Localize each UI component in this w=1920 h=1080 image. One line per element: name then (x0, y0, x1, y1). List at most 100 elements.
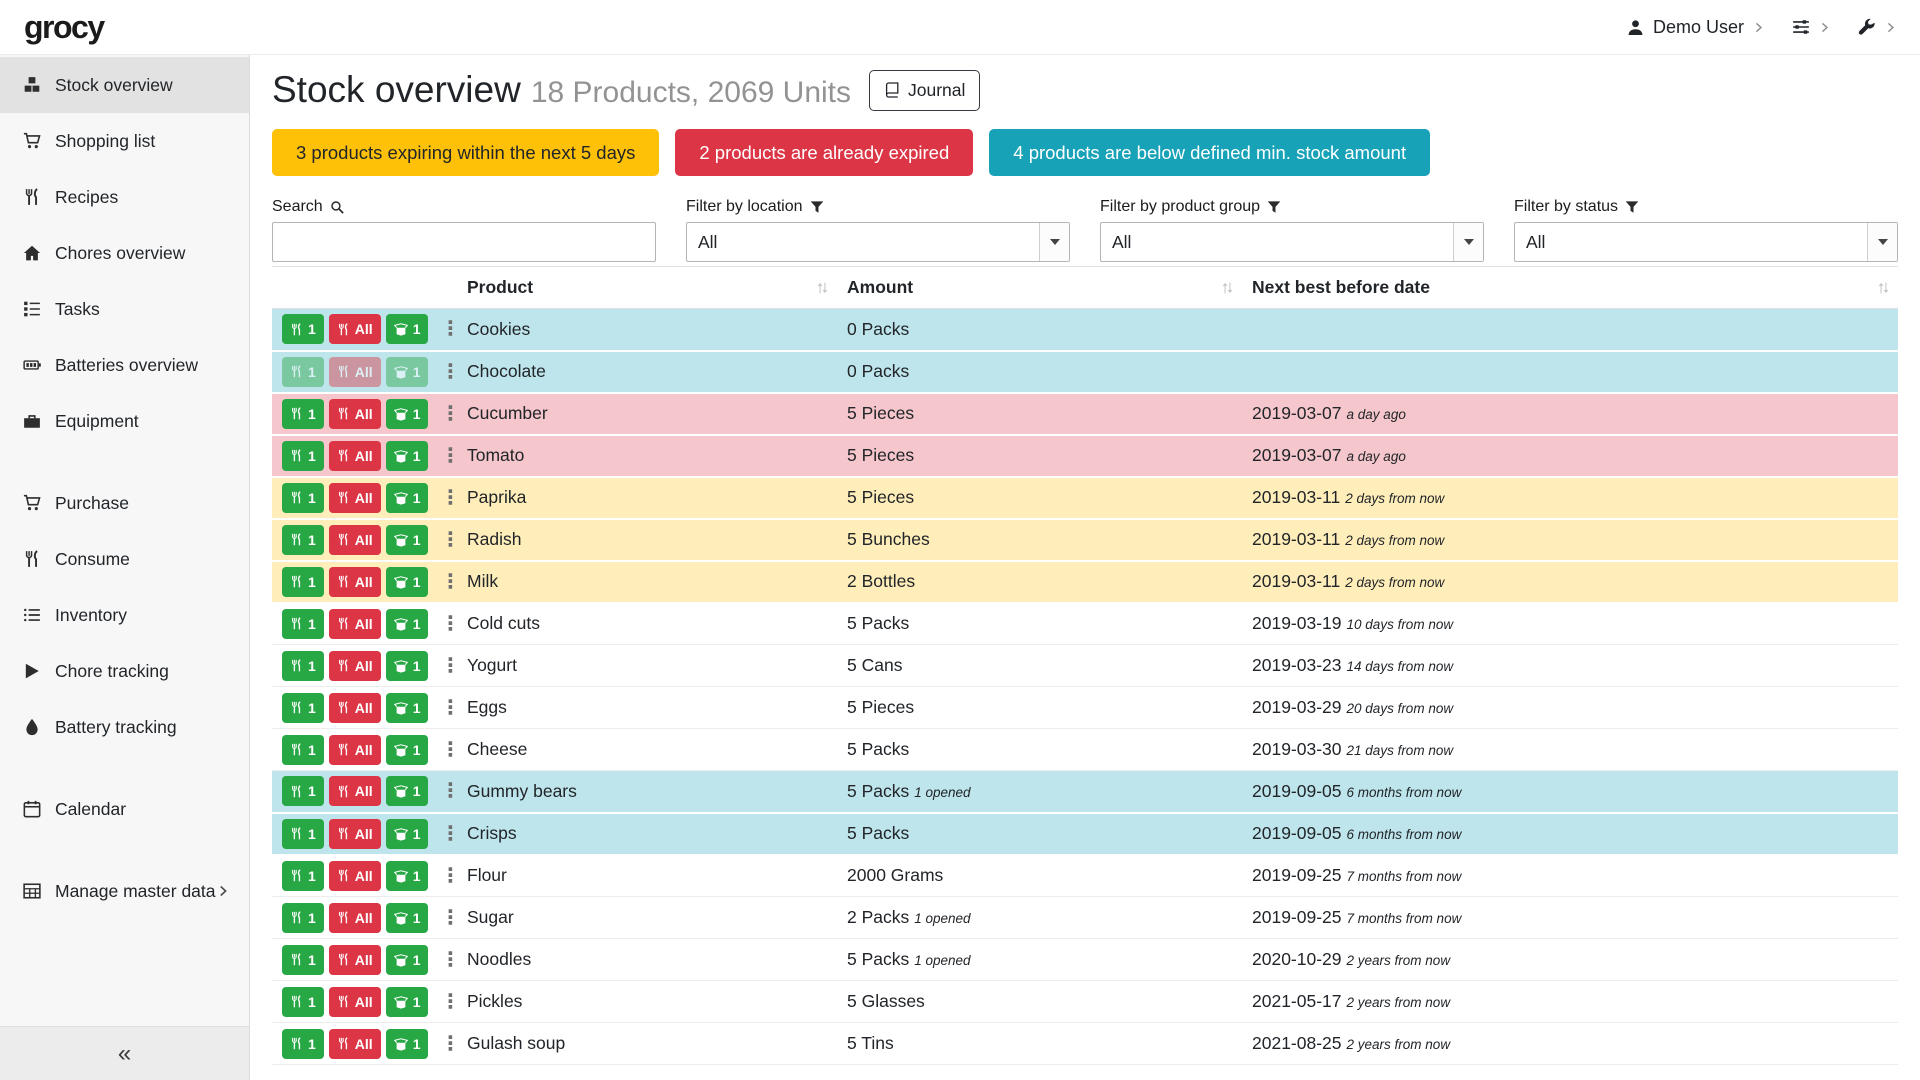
row-menu-icon[interactable]: ⋮ (433, 866, 457, 886)
product-column-header[interactable]: Product (457, 267, 837, 309)
sidebar-item-consume[interactable]: Consume (0, 531, 249, 587)
sidebar-item-recipes[interactable]: Recipes (0, 169, 249, 225)
consume-all-button[interactable]: All (329, 693, 381, 723)
consume-one-button[interactable]: 1 (282, 357, 324, 387)
consume-one-button[interactable]: 1 (282, 525, 324, 555)
consume-one-button[interactable]: 1 (282, 776, 324, 806)
sidebar-item-batteries-overview[interactable]: Batteries overview (0, 337, 249, 393)
sidebar-item-chores-overview[interactable]: Chores overview (0, 225, 249, 281)
open-one-button[interactable]: 1 (386, 903, 429, 933)
sidebar-item-calendar[interactable]: Calendar (0, 781, 249, 837)
consume-all-button[interactable]: All (329, 399, 381, 429)
row-menu-icon[interactable]: ⋮ (433, 362, 457, 382)
consume-all-button[interactable]: All (329, 987, 381, 1017)
location-filter-select[interactable]: All (686, 222, 1070, 262)
consume-all-button[interactable]: All (329, 735, 381, 765)
row-menu-icon[interactable]: ⋮ (433, 740, 457, 760)
consume-all-button[interactable]: All (329, 609, 381, 639)
open-one-button[interactable]: 1 (386, 819, 429, 849)
row-menu-icon[interactable]: ⋮ (433, 530, 457, 550)
row-menu-icon[interactable]: ⋮ (433, 656, 457, 676)
row-menu-icon[interactable]: ⋮ (433, 698, 457, 718)
user-menu[interactable]: Demo User (1627, 17, 1764, 38)
consume-all-button[interactable]: All (329, 945, 381, 975)
open-one-button[interactable]: 1 (386, 987, 429, 1017)
consume-one-button[interactable]: 1 (282, 693, 324, 723)
open-one-button[interactable]: 1 (386, 357, 429, 387)
open-one-button[interactable]: 1 (386, 945, 429, 975)
row-menu-icon[interactable]: ⋮ (433, 614, 457, 634)
sidebar-item-tasks[interactable]: Tasks (0, 281, 249, 337)
row-menu-icon[interactable]: ⋮ (433, 488, 457, 508)
best-before-column-header[interactable]: Next best before date (1242, 267, 1898, 309)
row-menu-icon[interactable]: ⋮ (433, 781, 457, 801)
sidebar-item-purchase[interactable]: Purchase (0, 475, 249, 531)
consume-all-button[interactable]: All (329, 776, 381, 806)
consume-all-button[interactable]: All (329, 903, 381, 933)
open-one-button[interactable]: 1 (386, 609, 429, 639)
open-one-button[interactable]: 1 (386, 525, 429, 555)
row-menu-icon[interactable]: ⋮ (433, 950, 457, 970)
sidebar-item-inventory[interactable]: Inventory (0, 587, 249, 643)
sort-icon[interactable] (1877, 281, 1890, 294)
open-one-button[interactable]: 1 (386, 483, 429, 513)
consume-all-button[interactable]: All (329, 483, 381, 513)
sidebar-collapse-button[interactable]: « (0, 1026, 249, 1080)
product-group-filter-select[interactable]: All (1100, 222, 1484, 262)
consume-all-button[interactable]: All (329, 357, 381, 387)
open-one-button[interactable]: 1 (386, 1029, 429, 1059)
consume-all-button[interactable]: All (329, 314, 381, 344)
row-menu-icon[interactable]: ⋮ (433, 992, 457, 1012)
open-one-button[interactable]: 1 (386, 314, 429, 344)
consume-all-button[interactable]: All (329, 567, 381, 597)
consume-all-button[interactable]: All (329, 819, 381, 849)
consume-one-button[interactable]: 1 (282, 735, 324, 765)
journal-button[interactable]: Journal (869, 70, 980, 111)
sort-icon[interactable] (1221, 281, 1234, 294)
sort-icon[interactable] (816, 281, 829, 294)
consume-one-button[interactable]: 1 (282, 945, 324, 975)
consume-one-button[interactable]: 1 (282, 651, 324, 681)
row-menu-icon[interactable]: ⋮ (433, 319, 457, 339)
open-one-button[interactable]: 1 (386, 693, 429, 723)
consume-one-button[interactable]: 1 (282, 861, 324, 891)
status-filter-select[interactable]: All (1514, 222, 1898, 262)
alert-button-danger[interactable]: 2 products are already expired (675, 129, 973, 176)
open-one-button[interactable]: 1 (386, 735, 429, 765)
consume-one-button[interactable]: 1 (282, 483, 324, 513)
amount-column-header[interactable]: Amount (837, 267, 1242, 309)
consume-all-button[interactable]: All (329, 861, 381, 891)
consume-one-button[interactable]: 1 (282, 903, 324, 933)
consume-one-button[interactable]: 1 (282, 609, 324, 639)
consume-one-button[interactable]: 1 (282, 314, 324, 344)
sidebar-item-equipment[interactable]: Equipment (0, 393, 249, 449)
consume-one-button[interactable]: 1 (282, 819, 324, 849)
consume-one-button[interactable]: 1 (282, 987, 324, 1017)
consume-one-button[interactable]: 1 (282, 441, 324, 471)
search-input[interactable] (272, 222, 656, 262)
sidebar-item-shopping-list[interactable]: Shopping list (0, 113, 249, 169)
open-one-button[interactable]: 1 (386, 567, 429, 597)
open-one-button[interactable]: 1 (386, 441, 429, 471)
consume-all-button[interactable]: All (329, 525, 381, 555)
settings-menu[interactable] (1792, 18, 1830, 36)
open-one-button[interactable]: 1 (386, 861, 429, 891)
consume-all-button[interactable]: All (329, 441, 381, 471)
sidebar-item-chore-tracking[interactable]: Chore tracking (0, 643, 249, 699)
consume-all-button[interactable]: All (329, 651, 381, 681)
app-logo[interactable]: grocy (24, 9, 104, 46)
alert-button-info[interactable]: 4 products are below defined min. stock … (989, 129, 1430, 176)
row-menu-icon[interactable]: ⋮ (433, 1034, 457, 1054)
sidebar-item-battery-tracking[interactable]: Battery tracking (0, 699, 249, 755)
consume-one-button[interactable]: 1 (282, 1029, 324, 1059)
sidebar-item-stock-overview[interactable]: Stock overview (0, 57, 249, 113)
open-one-button[interactable]: 1 (386, 776, 429, 806)
admin-menu[interactable] (1858, 18, 1896, 36)
consume-all-button[interactable]: All (329, 1029, 381, 1059)
consume-one-button[interactable]: 1 (282, 567, 324, 597)
row-menu-icon[interactable]: ⋮ (433, 824, 457, 844)
row-menu-icon[interactable]: ⋮ (433, 908, 457, 928)
sidebar-item-manage-master-data[interactable]: Manage master data (0, 863, 249, 919)
consume-one-button[interactable]: 1 (282, 399, 324, 429)
open-one-button[interactable]: 1 (386, 399, 429, 429)
